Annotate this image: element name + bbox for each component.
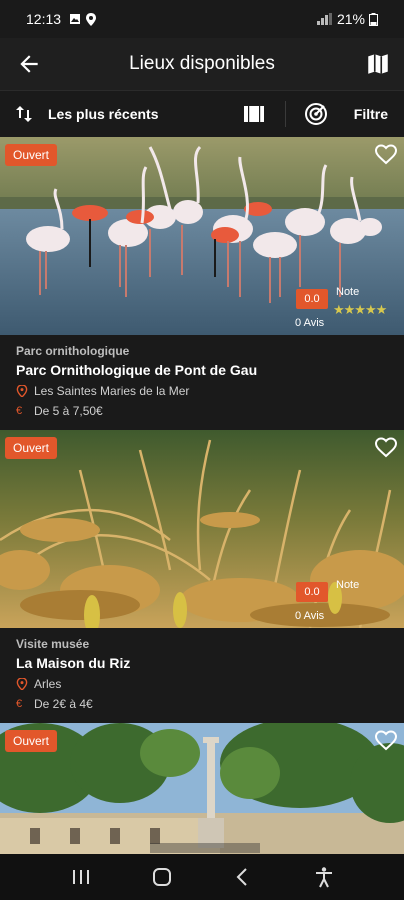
place-location-row: Les Saintes Maries de la Mer [16, 384, 388, 398]
note-label: Note [336, 286, 360, 298]
place-photo[interactable]: Ouvert 0.0 Note ★★★★★ 0 Avis [0, 137, 404, 335]
sort-button[interactable]: Les plus récents [48, 106, 159, 122]
place-category: Visite musée [16, 637, 90, 651]
places-list: Ouvert 0.0 Note ★★★★★ 0 Avis Parc ornith… [0, 137, 404, 854]
place-info[interactable]: Visite musée La Maison du Riz Arles € De… [0, 628, 404, 723]
filter-button[interactable]: Filtre [354, 106, 388, 122]
place-card[interactable]: Ouvert 0.0 Note ★★★★★ 0 Avis Parc ornith… [0, 137, 404, 430]
place-location-row: Arles [16, 677, 388, 691]
page-title: Lieux disponibles [129, 53, 275, 74]
rice-field-photo [0, 430, 404, 628]
back-nav-icon[interactable] [232, 866, 254, 888]
heart-icon[interactable] [374, 729, 398, 751]
wifi-calling-icon [316, 13, 332, 25]
reviews-count: 0 Avis [295, 317, 325, 329]
rating-badge: 0.0 [296, 289, 328, 309]
place-name[interactable]: Parc Ornithologique de Pont de Gau [16, 362, 388, 378]
place-photo[interactable]: Ouvert [0, 723, 404, 854]
system-nav-bar [0, 854, 404, 900]
status-time: 12:13 [26, 11, 62, 27]
place-location: Les Saintes Maries de la Mer [34, 384, 190, 398]
place-location: Arles [34, 677, 62, 691]
rating-stars: ★★★★★ [333, 302, 387, 317]
place-price: De 2€ à 4€ [34, 697, 93, 711]
recent-apps-icon[interactable] [70, 866, 92, 888]
place-name[interactable]: La Maison du Riz [16, 655, 388, 671]
location-icon [86, 12, 97, 26]
toolbar-divider [284, 100, 286, 127]
place-card[interactable]: Ouvert [0, 723, 404, 854]
status-badge: Ouvert [5, 144, 58, 166]
heart-icon[interactable] [374, 143, 398, 165]
note-label: Note [336, 579, 360, 591]
location-pin-icon [16, 385, 28, 397]
status-badge: Ouvert [5, 437, 58, 459]
status-bar: 12:13 21% [0, 0, 404, 38]
back-arrow-icon[interactable] [16, 51, 42, 77]
euro-icon: € [16, 698, 23, 710]
place-info[interactable]: Parc ornithologique Parc Ornithologique … [0, 335, 404, 430]
status-icons [69, 12, 97, 26]
gallery-icon [70, 14, 81, 24]
app-bar: Lieux disponibles [0, 38, 404, 90]
place-price-row: € De 5 à 7,50€ [16, 404, 388, 418]
place-category: Parc ornithologique [16, 344, 130, 358]
place-price-row: € De 2€ à 4€ [16, 697, 388, 711]
battery-percent: 21% [336, 11, 365, 27]
battery-icon [369, 12, 378, 26]
status-right: 21% [316, 11, 378, 27]
home-icon[interactable] [151, 866, 173, 888]
map-icon[interactable] [365, 51, 391, 77]
place-card[interactable]: Ouvert 0.0 Note 0 Avis Visite musée La M… [0, 430, 404, 723]
sort-filter-toolbar: Les plus récents Filtre [0, 90, 404, 136]
village-square-photo [0, 723, 404, 854]
accessibility-icon[interactable] [313, 866, 335, 888]
view-toggle-icon[interactable] [243, 104, 265, 124]
heart-icon[interactable] [374, 436, 398, 458]
place-photo[interactable]: Ouvert 0.0 Note 0 Avis [0, 430, 404, 628]
status-badge: Ouvert [5, 730, 58, 752]
radar-icon[interactable] [304, 102, 328, 126]
sort-icon[interactable] [14, 104, 34, 124]
place-price: De 5 à 7,50€ [34, 404, 103, 418]
euro-icon: € [16, 405, 23, 417]
location-pin-icon [16, 678, 28, 690]
rating-badge: 0.0 [296, 582, 328, 602]
reviews-count: 0 Avis [295, 610, 325, 622]
